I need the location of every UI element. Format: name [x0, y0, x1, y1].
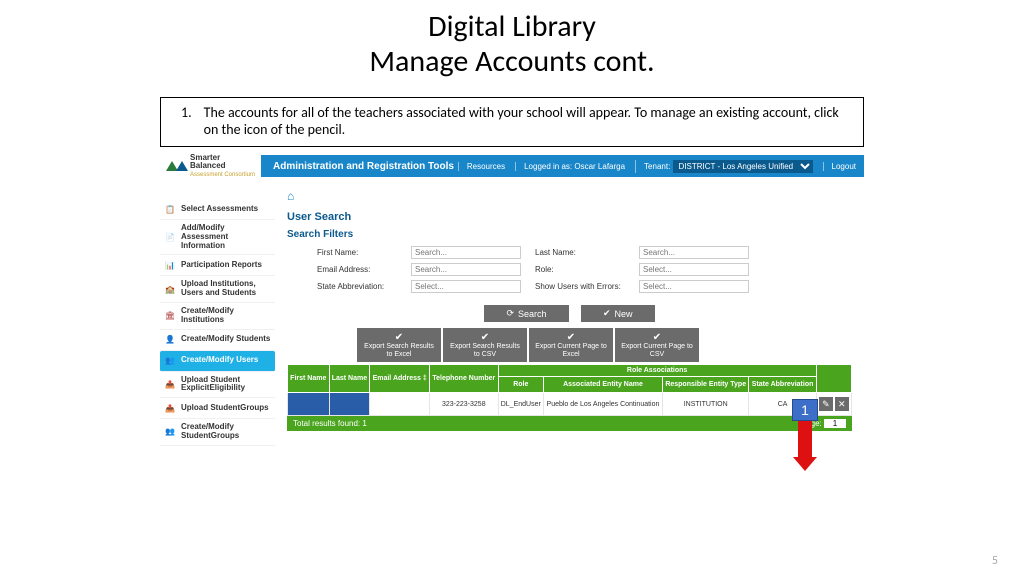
logged-in-label: Logged in as: Oscar Lafarga [515, 162, 625, 171]
sidebar-item-upload-studentgroups[interactable]: 📤Upload StudentGroups [160, 398, 275, 419]
check-icon: ✔ [449, 332, 521, 343]
upload-icon: 📤 [164, 378, 176, 390]
logout-link[interactable]: Logout [823, 162, 856, 171]
sidebar-item-add-modify-assessment[interactable]: 📄Add/Modify Assessment Information [160, 220, 275, 255]
main-panel: ⌂ User Search Search Filters First Name:… [275, 177, 864, 537]
state-label: State Abbreviation: [317, 282, 397, 291]
col-state[interactable]: State Abbreviation [749, 377, 816, 393]
sidebar-item-upload-eligibility[interactable]: 📤Upload Student ExplicitEligibility [160, 372, 275, 399]
export-excel-page[interactable]: ✔Export Current Page to Excel [529, 328, 613, 362]
export-csv-all[interactable]: ✔Export Search Results to CSV [443, 328, 527, 362]
cell-entity: Pueblo de Los Angeles Continuation [544, 393, 663, 416]
errors-label: Show Users with Errors: [535, 282, 625, 291]
edit-icon: 📄 [164, 231, 176, 243]
email-input[interactable] [411, 263, 521, 276]
col-actions [816, 365, 851, 393]
page-input[interactable] [824, 419, 846, 428]
cell-phone: 323-223-3258 [430, 393, 498, 416]
app-header: Smarter Balanced Assessment Consortium A… [160, 155, 864, 177]
instruction-box: 1. The accounts for all of the teachers … [160, 97, 864, 147]
sidebar-item-create-institutions[interactable]: 🏛Create/Modify Institutions [160, 303, 275, 330]
col-role[interactable]: Role [498, 377, 543, 393]
sidebar-item-select-assessments[interactable]: 📋Select Assessments [160, 199, 275, 220]
sidebar-item-create-studentgroups[interactable]: 👥Create/Modify StudentGroups [160, 419, 275, 446]
check-icon: ✔ [603, 308, 611, 319]
cell-entity-type: INSTITUTION [662, 393, 749, 416]
check-icon: ✔ [535, 332, 607, 343]
header-title: Administration and Registration Tools [273, 161, 454, 172]
state-select[interactable] [411, 280, 521, 293]
institution-icon: 🏛 [164, 310, 176, 322]
tenant-label: Tenant: [644, 162, 670, 171]
col-last-name[interactable]: Last Name [329, 365, 370, 393]
col-group-role: Role Associations [498, 365, 816, 377]
upload-icon: 📤 [164, 402, 176, 414]
table-row: 323-223-3258 DL_EndUser Pueblo de Los An… [288, 393, 852, 416]
col-entity-type[interactable]: Responsible Entity Type [662, 377, 749, 393]
clipboard-icon: 📋 [164, 203, 176, 215]
cell-email [370, 393, 430, 416]
callout-number: 1 [792, 399, 818, 421]
pencil-icon[interactable]: ✎ [819, 397, 833, 411]
cell-first-name [288, 393, 330, 416]
group-icon: 👥 [164, 426, 176, 438]
student-icon: 👤 [164, 334, 176, 346]
sidebar-item-create-users[interactable]: 👥Create/Modify Users [160, 351, 275, 372]
results-table: First Name Last Name Email Address ‡ Tel… [287, 364, 852, 416]
filter-grid: First Name: Last Name: Email Address: Ro… [317, 246, 852, 293]
slide-page-number: 5 [992, 554, 998, 568]
callout-annotation: 1 [792, 399, 818, 471]
sidebar-item-upload-institutions[interactable]: 🏫Upload Institutions, Users and Students [160, 276, 275, 303]
slide-title-line2: Manage Accounts cont. [0, 45, 1024, 80]
cell-role: DL_EndUser [498, 393, 543, 416]
instruction-text: The accounts for all of the teachers ass… [204, 104, 853, 138]
arrow-icon [798, 421, 812, 457]
export-bar: ✔Export Search Results to Excel ✔Export … [357, 328, 852, 362]
sidebar: 📋Select Assessments 📄Add/Modify Assessme… [160, 177, 275, 537]
first-name-label: First Name: [317, 248, 397, 257]
chart-icon: 📊 [164, 259, 176, 271]
cell-last-name [329, 393, 370, 416]
export-csv-page[interactable]: ✔Export Current Page to CSV [615, 328, 699, 362]
app-frame: Smarter Balanced Assessment Consortium A… [160, 155, 864, 537]
email-label: Email Address: [317, 265, 397, 274]
last-name-label: Last Name: [535, 248, 625, 257]
export-excel-all[interactable]: ✔Export Search Results to Excel [357, 328, 441, 362]
resources-link[interactable]: Resources [458, 162, 505, 171]
search-button[interactable]: ⟳Search [484, 305, 568, 322]
section-title: User Search [287, 211, 852, 223]
col-phone[interactable]: Telephone Number [430, 365, 498, 393]
upload-icon: 🏫 [164, 283, 176, 295]
role-label: Role: [535, 265, 625, 274]
col-email[interactable]: Email Address ‡ [370, 365, 430, 393]
brand-logo: Smarter Balanced Assessment Consortium [160, 152, 261, 180]
refresh-icon: ⟳ [506, 308, 514, 319]
tenant-select[interactable]: DISTRICT - Los Angeles Unified [673, 160, 813, 173]
col-first-name[interactable]: First Name [288, 365, 330, 393]
logo-triangle-icon [176, 161, 188, 171]
home-icon[interactable]: ⌂ [287, 189, 294, 203]
close-icon[interactable]: ✕ [835, 397, 849, 411]
users-icon: 👥 [164, 355, 176, 367]
first-name-input[interactable] [411, 246, 521, 259]
role-select[interactable] [639, 263, 749, 276]
slide-title-line1: Digital Library [0, 10, 1024, 45]
instruction-number: 1. [171, 104, 192, 138]
check-icon: ✔ [621, 332, 693, 343]
new-button[interactable]: ✔New [581, 305, 655, 322]
sidebar-item-create-students[interactable]: 👤Create/Modify Students [160, 330, 275, 351]
total-results: Total results found: 1 [293, 419, 367, 428]
sidebar-item-participation-reports[interactable]: 📊Participation Reports [160, 255, 275, 276]
cell-actions: ✎ ✕ [816, 393, 851, 416]
arrow-head-icon [793, 457, 817, 471]
last-name-input[interactable] [639, 246, 749, 259]
errors-select[interactable] [639, 280, 749, 293]
filters-title: Search Filters [287, 229, 852, 240]
table-footer: Total results found: 1 Page: [287, 416, 852, 431]
col-entity-name[interactable]: Associated Entity Name [544, 377, 663, 393]
check-icon: ✔ [363, 332, 435, 343]
